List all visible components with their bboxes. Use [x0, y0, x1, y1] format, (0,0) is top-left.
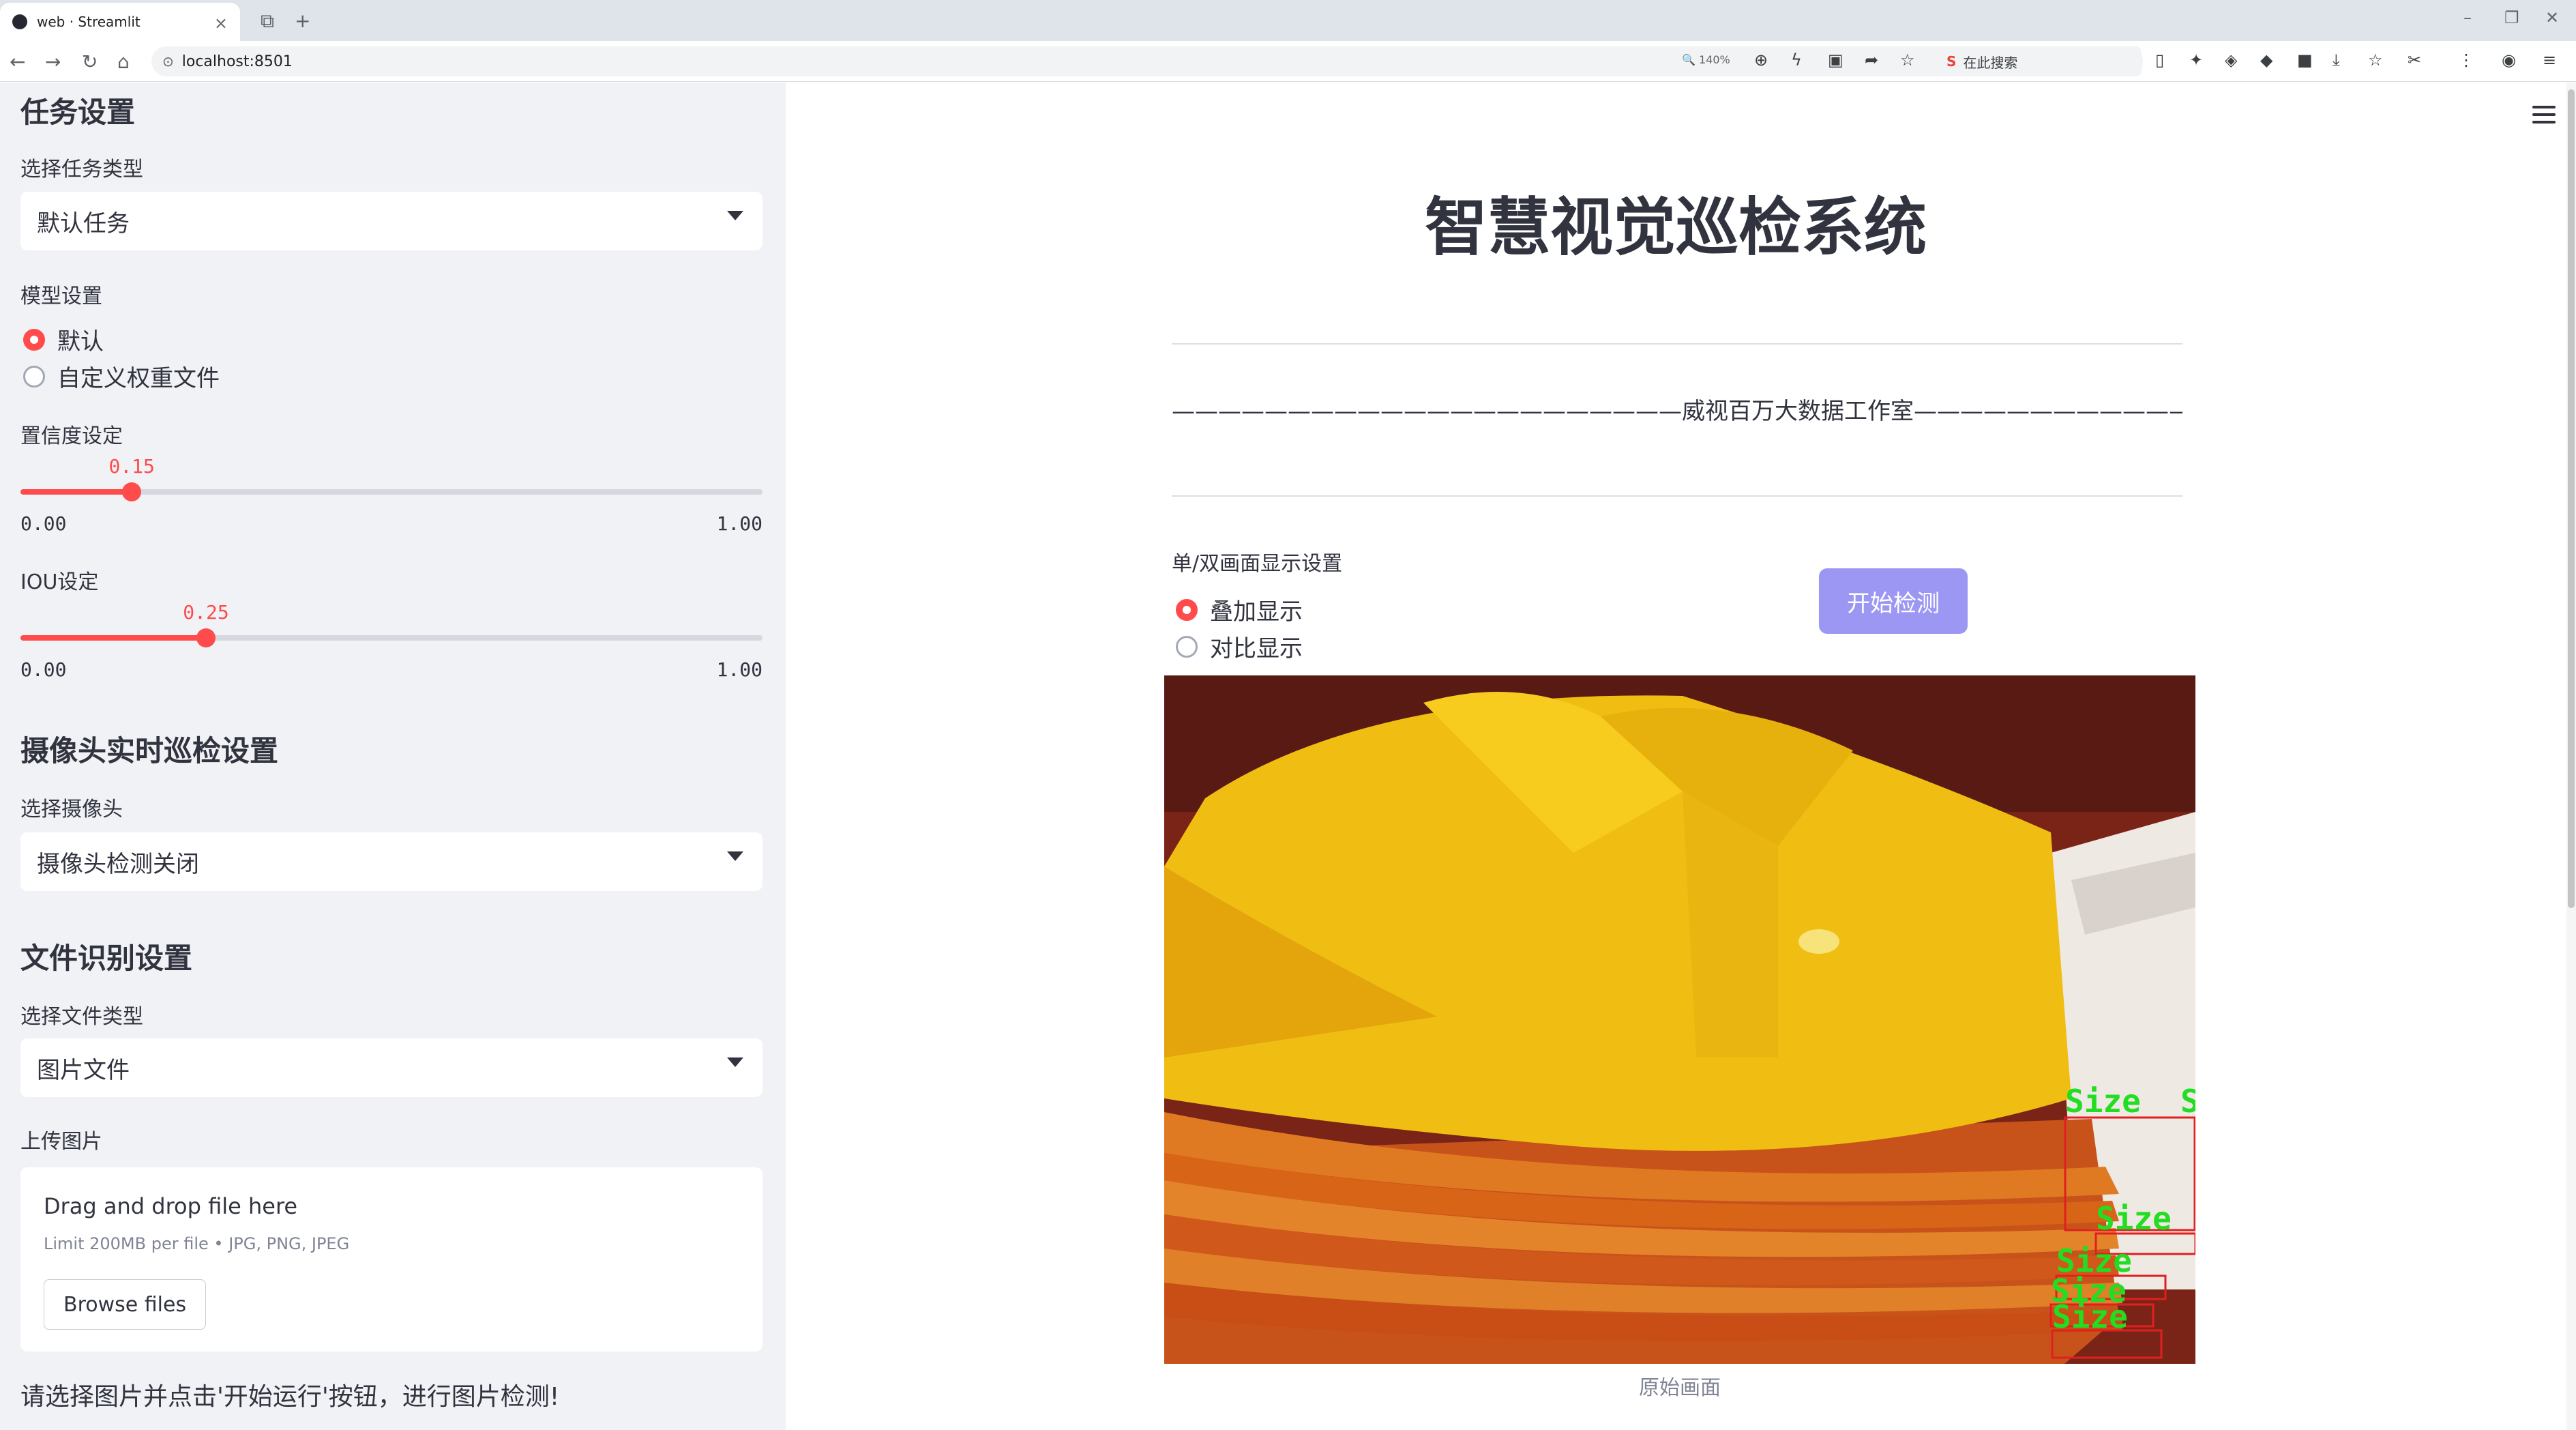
page-subtitle: ——————————————————————威视百万大数据工作室————————…	[1172, 398, 2182, 425]
divider	[1172, 495, 2182, 497]
file-type-select[interactable]: 图片文件	[20, 1038, 763, 1097]
slider-fill	[20, 635, 206, 641]
tab-title: web · Streamlit	[37, 14, 140, 30]
display-mode-label: 单/双画面显示设置	[1172, 552, 1343, 576]
folded-shirts-photo: Size S Size Size Size Size	[1164, 675, 2195, 1364]
file-type-label: 选择文件类型	[20, 1005, 143, 1029]
radio-unselected-icon	[23, 365, 45, 388]
slider-max: 1.00	[716, 512, 763, 535]
detection-label: Size	[2065, 1083, 2141, 1120]
scrollbar-thumb[interactable]	[2568, 89, 2575, 908]
zoom-level[interactable]: 🔍 140%	[1682, 53, 1730, 66]
detection-label: S	[2180, 1083, 2195, 1120]
streamlit-favicon-icon	[12, 14, 27, 29]
confidence-label: 置信度设定	[20, 424, 123, 448]
model-settings-label: 模型设置	[20, 284, 102, 308]
slider-handle[interactable]	[196, 628, 216, 647]
chevron-down-icon	[727, 1057, 743, 1067]
radio-selected-icon	[1176, 598, 1198, 621]
camera-settings-header: 摄像头实时巡检设置	[20, 734, 279, 768]
start-detection-button[interactable]: 开始检测	[1819, 568, 1968, 634]
share-icon[interactable]: ➦	[1865, 50, 1878, 70]
forward-icon[interactable]: →	[45, 50, 61, 73]
slider-min: 0.00	[20, 512, 67, 535]
new-tab-icon[interactable]: +	[295, 10, 310, 32]
translate-icon[interactable]: ⊕	[1754, 50, 1768, 70]
detection-label: Size	[2052, 1298, 2128, 1335]
close-tab-icon[interactable]: ×	[214, 14, 228, 33]
slider-fill	[20, 489, 132, 495]
split-tab-icon[interactable]: ⧉	[261, 10, 274, 33]
display-radio-overlay[interactable]: 叠加显示	[1176, 593, 1303, 626]
browser-toolbar: ← → ↻ ⌂ ⊙ localhost:8501 🔍 140% ⊕ ϟ ▣ ➦ …	[0, 41, 2576, 82]
slider-max: 1.00	[716, 658, 763, 681]
task-type-label: 选择任务类型	[20, 158, 143, 181]
image-caption: 原始画面	[1639, 1376, 1721, 1400]
file-settings-header: 文件识别设置	[20, 942, 193, 975]
main-content: 智慧视觉巡检系统 ——————————————————————威视百万大数据工作…	[786, 83, 2576, 1430]
search-input[interactable]: S 在此搜索	[1937, 46, 2142, 76]
bookmark-star-icon[interactable]: ☆	[1900, 50, 1915, 70]
extension4-icon[interactable]: ■	[2297, 50, 2313, 70]
browse-files-button[interactable]: Browse files	[44, 1279, 207, 1330]
task-settings-header: 任务设置	[20, 96, 136, 129]
display-radio-compare[interactable]: 对比显示	[1176, 630, 1303, 663]
radio-selected-icon	[23, 328, 45, 351]
upload-hint: 请选择图片并点击'开始运行'按钮，进行图片检测!	[20, 1383, 560, 1411]
restore-icon[interactable]: ❐	[2504, 8, 2519, 27]
favorites-icon[interactable]: ☆	[2368, 50, 2383, 70]
more-icon[interactable]: ⋮	[2458, 50, 2474, 70]
reload-icon[interactable]: ↻	[82, 50, 98, 73]
model-radio-default[interactable]: 默认	[23, 323, 104, 356]
iou-value: 0.25	[183, 601, 229, 624]
scrollbar[interactable]	[2566, 83, 2576, 1430]
browser-menu-icon[interactable]: ≡	[2543, 50, 2556, 70]
screenshot-icon[interactable]: ▣	[1828, 50, 1844, 70]
confidence-slider[interactable]: 0.15 0.00 1.00	[20, 455, 763, 535]
browser-tabbar: web · Streamlit × ⧉ + – ❐ ✕	[0, 0, 2576, 41]
upload-label: 上传图片	[20, 1130, 102, 1154]
detection-label: Size	[2096, 1200, 2172, 1237]
confidence-value: 0.15	[108, 455, 155, 478]
extension2-icon[interactable]: ◈	[2225, 50, 2237, 70]
extension3-icon[interactable]: ◆	[2260, 50, 2272, 70]
download-icon[interactable]: ⤓	[2333, 50, 2340, 70]
dropzone-limit: Limit 200MB per file • JPG, PNG, JPEG	[44, 1234, 350, 1253]
home-icon[interactable]: ⌂	[117, 50, 130, 73]
site-info-icon[interactable]: ⊙	[162, 53, 174, 70]
chevron-down-icon	[727, 211, 743, 220]
slider-min: 0.00	[20, 658, 67, 681]
model-radio-custom[interactable]: 自定义权重文件	[23, 360, 220, 393]
extension-icon[interactable]: ✦	[2189, 50, 2203, 70]
window-close-icon[interactable]: ✕	[2545, 8, 2559, 27]
camera-label: 选择摄像头	[20, 798, 123, 821]
iou-label: IOU设定	[20, 570, 99, 594]
address-input[interactable]: ⊙ localhost:8501	[151, 46, 2143, 76]
cut-icon[interactable]: ✂	[2408, 50, 2421, 70]
divider	[1172, 343, 2182, 345]
lightning-icon[interactable]: ϟ	[1791, 50, 1802, 70]
dropzone-instructions: Drag and drop file here	[44, 1193, 298, 1219]
back-icon[interactable]: ←	[10, 50, 25, 73]
radio-unselected-icon	[1176, 635, 1198, 658]
chevron-down-icon	[727, 851, 743, 861]
slider-handle[interactable]	[122, 482, 142, 501]
detection-image: Size S Size Size Size Size	[1164, 675, 2195, 1364]
file-uploader-dropzone[interactable]: Drag and drop file here Limit 200MB per …	[20, 1167, 763, 1352]
iou-slider[interactable]: 0.25 0.00 1.00	[20, 601, 763, 681]
url-text: localhost:8501	[181, 53, 293, 70]
hamburger-menu-icon[interactable]	[2532, 106, 2556, 128]
camera-select[interactable]: 摄像头检测关闭	[20, 832, 763, 891]
minimize-icon[interactable]: –	[2463, 8, 2472, 27]
browser-tab[interactable]: web · Streamlit ×	[0, 3, 240, 41]
phone-icon[interactable]: ▯	[2155, 50, 2164, 70]
page-title: 智慧视觉巡检系统	[1424, 191, 1927, 264]
search-engine-icon[interactable]: S	[1946, 53, 1956, 70]
task-type-select[interactable]: 默认任务	[20, 192, 763, 250]
avatar[interactable]: ◉	[2502, 50, 2516, 70]
